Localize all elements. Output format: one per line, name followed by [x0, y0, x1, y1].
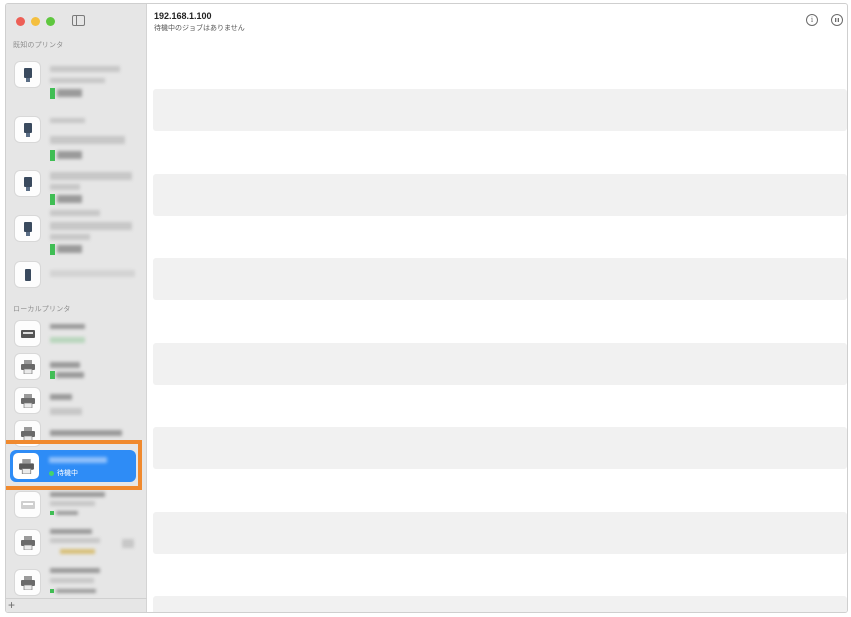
- known-printer-item[interactable]: [10, 112, 142, 166]
- local-printer-item[interactable]: [10, 524, 142, 562]
- add-printer-button[interactable]: +: [8, 599, 15, 611]
- local-printer-item[interactable]: [10, 386, 142, 420]
- online-indicator: [50, 150, 55, 161]
- queue-status-text: 待機中のジョブはありません: [154, 25, 245, 32]
- close-window-button[interactable]: [16, 17, 25, 26]
- pause-icon[interactable]: [831, 14, 843, 26]
- job-list-row: [153, 427, 847, 469]
- printer-address-title: 192.168.1.100: [154, 11, 212, 21]
- online-indicator: [50, 371, 55, 379]
- printer-icon: [14, 320, 41, 347]
- sidebar-icon[interactable]: [72, 15, 85, 26]
- printer-icon: [14, 529, 41, 556]
- minimize-window-button[interactable]: [31, 17, 40, 26]
- printer-icon: [14, 170, 41, 197]
- local-printers-heading: ローカルプリンタ: [13, 306, 71, 313]
- zoom-window-button[interactable]: [46, 17, 55, 26]
- job-list-row: [153, 512, 847, 554]
- online-indicator: [50, 589, 54, 593]
- printer-icon: [14, 353, 41, 380]
- job-list-row: [153, 174, 847, 216]
- job-list-row: [153, 258, 847, 300]
- sidebar: 既知のプリンタ ローカルプリンタ 待機中 +: [6, 4, 147, 612]
- job-queue-pane: 192.168.1.100 待機中のジョブはありません i: [147, 4, 847, 612]
- known-printer-item[interactable]: [10, 58, 142, 106]
- online-indicator: [50, 244, 55, 255]
- printer-icon: [14, 491, 41, 518]
- known-printer-item[interactable]: [10, 166, 142, 208]
- local-printer-item[interactable]: [10, 488, 142, 522]
- known-printers-heading: 既知のプリンタ: [13, 42, 64, 49]
- info-icon[interactable]: i: [806, 14, 818, 26]
- printer-icon: [14, 261, 41, 288]
- printer-icon: [14, 387, 41, 414]
- sidebar-footer-divider: [6, 598, 147, 599]
- online-indicator: [50, 511, 54, 515]
- printer-icon: [14, 215, 41, 242]
- known-printer-item[interactable]: [10, 208, 142, 256]
- local-printer-item[interactable]: [10, 352, 142, 384]
- printer-icon: [14, 61, 41, 88]
- printer-icon: [14, 569, 41, 596]
- local-printer-item[interactable]: [10, 318, 142, 350]
- job-list-row: [153, 343, 847, 385]
- online-indicator: [50, 88, 55, 99]
- local-printer-item[interactable]: [10, 564, 142, 600]
- online-indicator: [50, 194, 55, 205]
- printer-queue-window: 既知のプリンタ ローカルプリンタ 待機中 + 192.168.1.100 待機中…: [5, 3, 848, 613]
- known-printer-item[interactable]: [10, 258, 142, 292]
- job-list-row: [153, 89, 847, 131]
- printer-icon: [14, 116, 41, 143]
- job-list-row: [153, 596, 847, 612]
- selection-highlight-frame: [6, 440, 142, 490]
